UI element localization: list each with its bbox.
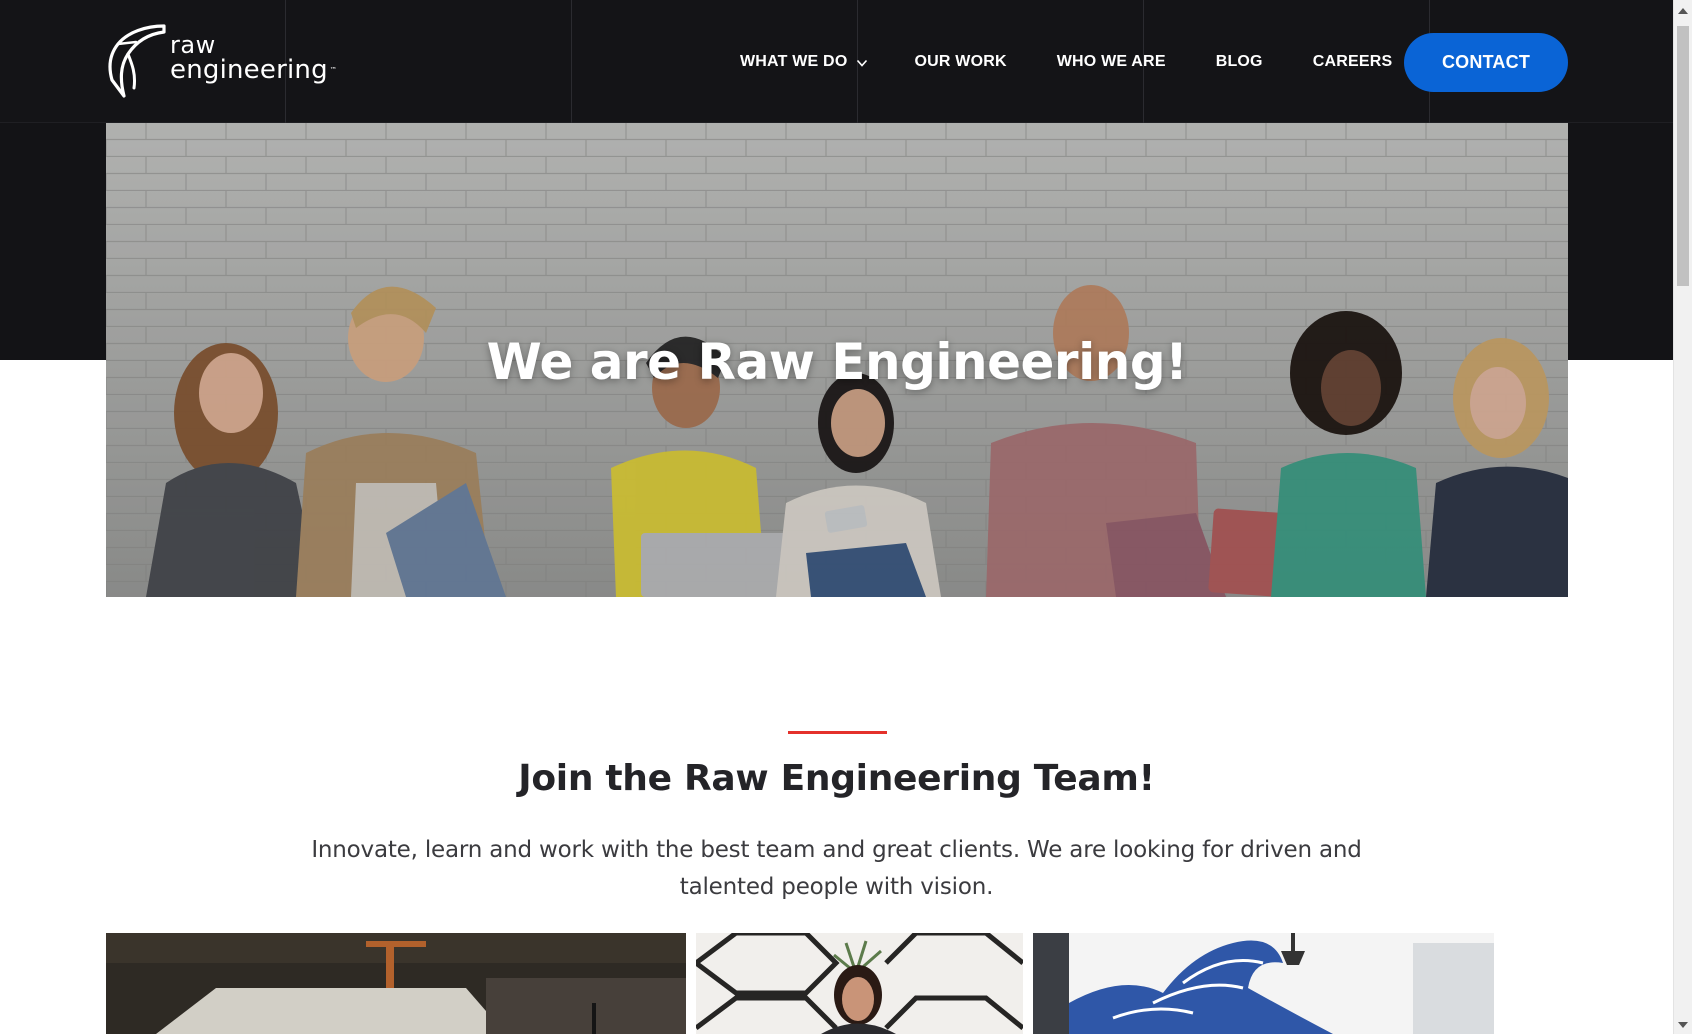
nav-item-what-we-do[interactable]: WHAT WE DO	[740, 53, 868, 71]
scroll-down-icon[interactable]	[1678, 1022, 1688, 1028]
nav-item-careers[interactable]: CAREERS	[1313, 53, 1393, 71]
hero-title: We are Raw Engineering!	[486, 333, 1188, 391]
logo-word-engineering-text: engineering	[170, 55, 328, 85]
logo-wordmark: raw engineering ™	[170, 33, 337, 83]
logo-word-raw: raw	[170, 31, 216, 59]
logo-trademark: ™	[329, 66, 337, 74]
careers-photo-office	[106, 933, 686, 1034]
contact-button[interactable]: CONTACT	[1404, 33, 1568, 92]
site-logo[interactable]: raw engineering ™	[106, 22, 337, 100]
nav-item-blog[interactable]: BLOG	[1216, 53, 1263, 71]
nav-label-what-we-do: WHAT WE DO	[740, 52, 848, 70]
nav-item-who-we-are[interactable]: WHO WE ARE	[1057, 53, 1166, 71]
join-section-description: Innovate, learn and work with the best t…	[311, 837, 1362, 900]
main-nav: WHAT WE DO OUR WORK WHO WE ARE BLOG CARE…	[740, 0, 1392, 123]
hero-banner: We are Raw Engineering!	[106, 123, 1568, 597]
grid-divider	[571, 0, 572, 123]
raw-engineering-logo-mark	[108, 24, 166, 98]
section-divider-accent	[788, 731, 887, 734]
page-scrollbar[interactable]	[1673, 0, 1692, 1034]
nav-item-our-work[interactable]: OUR WORK	[914, 53, 1006, 71]
scroll-up-icon[interactable]	[1678, 8, 1688, 14]
careers-photo-wave-mural	[1033, 933, 1494, 1034]
logo-word-engineering: engineering ™	[170, 57, 337, 83]
site-header: raw engineering ™ WHAT WE DO OUR WORK WH…	[0, 0, 1673, 123]
chevron-down-icon	[857, 59, 868, 67]
scrollbar-thumb[interactable]	[1677, 26, 1689, 286]
join-section-title: Join the Raw Engineering Team!	[518, 758, 1155, 799]
careers-photo-employee	[696, 933, 1023, 1034]
